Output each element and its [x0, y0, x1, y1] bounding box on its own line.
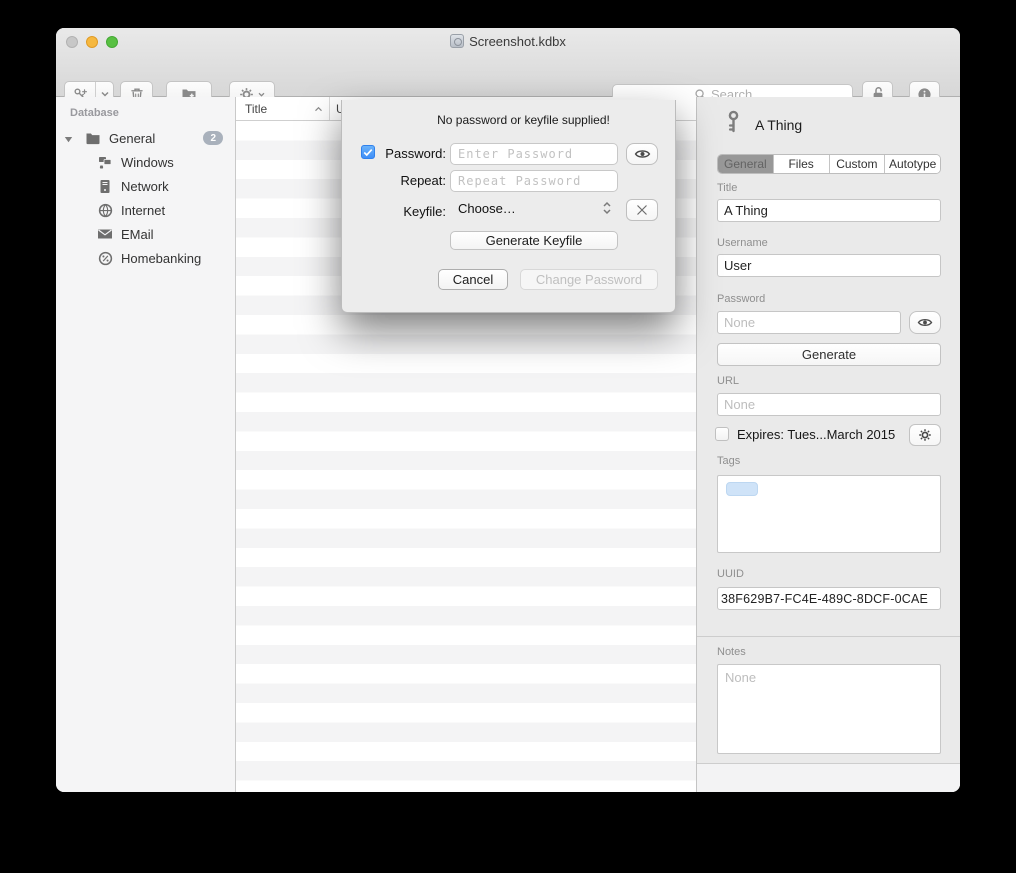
document-icon: [450, 34, 464, 48]
password-field[interactable]: [717, 311, 901, 334]
chevron-down-icon: [258, 92, 265, 97]
sidebar-item-homebanking[interactable]: Homebanking: [56, 246, 235, 270]
dialog-reveal-password-button[interactable]: [626, 143, 658, 165]
tab-files[interactable]: Files: [774, 155, 830, 173]
dialog-message: No password or keyfile supplied!: [382, 113, 665, 127]
dialog-password-label: Password:: [366, 146, 446, 161]
sidebar-item-email[interactable]: EMail: [56, 222, 235, 246]
expires-settings-button[interactable]: [909, 424, 941, 446]
dialog-repeat-input[interactable]: [450, 170, 618, 192]
password-label: Password: [717, 293, 765, 305]
entry-title: A Thing: [755, 117, 802, 133]
expires-label: Expires: Tues...March 2015: [737, 427, 895, 442]
inspector-tabs: General Files Custom Autotype: [717, 154, 941, 174]
tag-token[interactable]: [726, 482, 758, 496]
tags-field[interactable]: [717, 475, 941, 553]
sidebar-item-label: General: [109, 131, 155, 146]
notes-field[interactable]: [717, 664, 941, 754]
tab-autotype[interactable]: Autotype: [885, 155, 940, 173]
sidebar-item-label: Windows: [121, 155, 174, 170]
divider: [697, 636, 960, 637]
tab-custom[interactable]: Custom: [830, 155, 886, 173]
sidebar-item-general[interactable]: General 2: [56, 126, 235, 150]
sidebar-item-network[interactable]: Network: [56, 174, 235, 198]
app-window: Screenshot.kdbx Add Entry: [56, 28, 960, 792]
dialog-keyfile-label: Keyfile:: [366, 204, 446, 219]
change-password-dialog: No password or keyfile supplied! Passwor…: [341, 100, 676, 313]
uuid-field[interactable]: [717, 587, 941, 610]
eye-icon: [634, 148, 651, 160]
eye-icon: [917, 317, 933, 328]
inspector-panel: A Thing General Files Custom Autotype Ti…: [696, 97, 960, 792]
sidebar-item-label: Homebanking: [121, 251, 201, 266]
envelope-icon: [96, 228, 114, 240]
expires-checkbox[interactable]: [715, 427, 729, 441]
change-password-button[interactable]: Change Password: [520, 269, 658, 290]
title-field[interactable]: [717, 199, 941, 222]
dialog-repeat-label: Repeat:: [366, 173, 446, 188]
reveal-password-button[interactable]: [909, 311, 941, 334]
notes-label: Notes: [717, 646, 746, 658]
window-chrome: Screenshot.kdbx Add Entry: [56, 28, 960, 97]
disclosure-triangle-icon[interactable]: [64, 131, 74, 146]
keyfile-value: Choose…: [458, 201, 516, 216]
dialog-password-input[interactable]: [450, 143, 618, 165]
stepper-icon[interactable]: [602, 200, 612, 221]
sort-ascending-icon: [314, 106, 323, 112]
sidebar-item-label: Internet: [121, 203, 165, 218]
titlebar[interactable]: Screenshot.kdbx: [56, 28, 960, 54]
inspector-footer: [697, 764, 960, 792]
key-icon: [725, 110, 742, 137]
keyfile-dropdown[interactable]: Choose…: [458, 201, 516, 216]
title-label: Title: [717, 182, 737, 194]
url-field[interactable]: [717, 393, 941, 416]
server-icon: [96, 179, 114, 194]
uuid-label: UUID: [717, 568, 744, 580]
computers-icon: [96, 155, 114, 170]
sidebar: Database General 2 Windows: [56, 97, 236, 792]
url-label: URL: [717, 375, 739, 387]
tab-general[interactable]: General: [718, 155, 774, 173]
sidebar-item-internet[interactable]: Internet: [56, 198, 235, 222]
generate-password-button[interactable]: Generate: [717, 343, 941, 366]
entry-count-badge: 2: [203, 131, 223, 145]
generate-keyfile-button[interactable]: Generate Keyfile: [450, 231, 618, 250]
clear-keyfile-button[interactable]: [626, 199, 658, 221]
tags-label: Tags: [717, 455, 740, 467]
cancel-button[interactable]: Cancel: [438, 269, 508, 290]
sidebar-item-windows[interactable]: Windows: [56, 150, 235, 174]
username-field[interactable]: [717, 254, 941, 277]
close-x-icon: [636, 204, 648, 216]
sidebar-item-label: Network: [121, 179, 169, 194]
window-title: Screenshot.kdbx: [469, 34, 566, 49]
globe-icon: [96, 203, 114, 218]
sidebar-header: Database: [56, 107, 235, 119]
toolbar: Add Entry Delete Add Group: [56, 54, 960, 97]
gear-icon: [918, 428, 932, 442]
percent-icon: [96, 251, 114, 266]
sidebar-item-label: EMail: [121, 227, 154, 242]
username-label: Username: [717, 237, 768, 249]
column-header-title[interactable]: Title: [236, 97, 330, 120]
folder-icon: [84, 132, 102, 145]
